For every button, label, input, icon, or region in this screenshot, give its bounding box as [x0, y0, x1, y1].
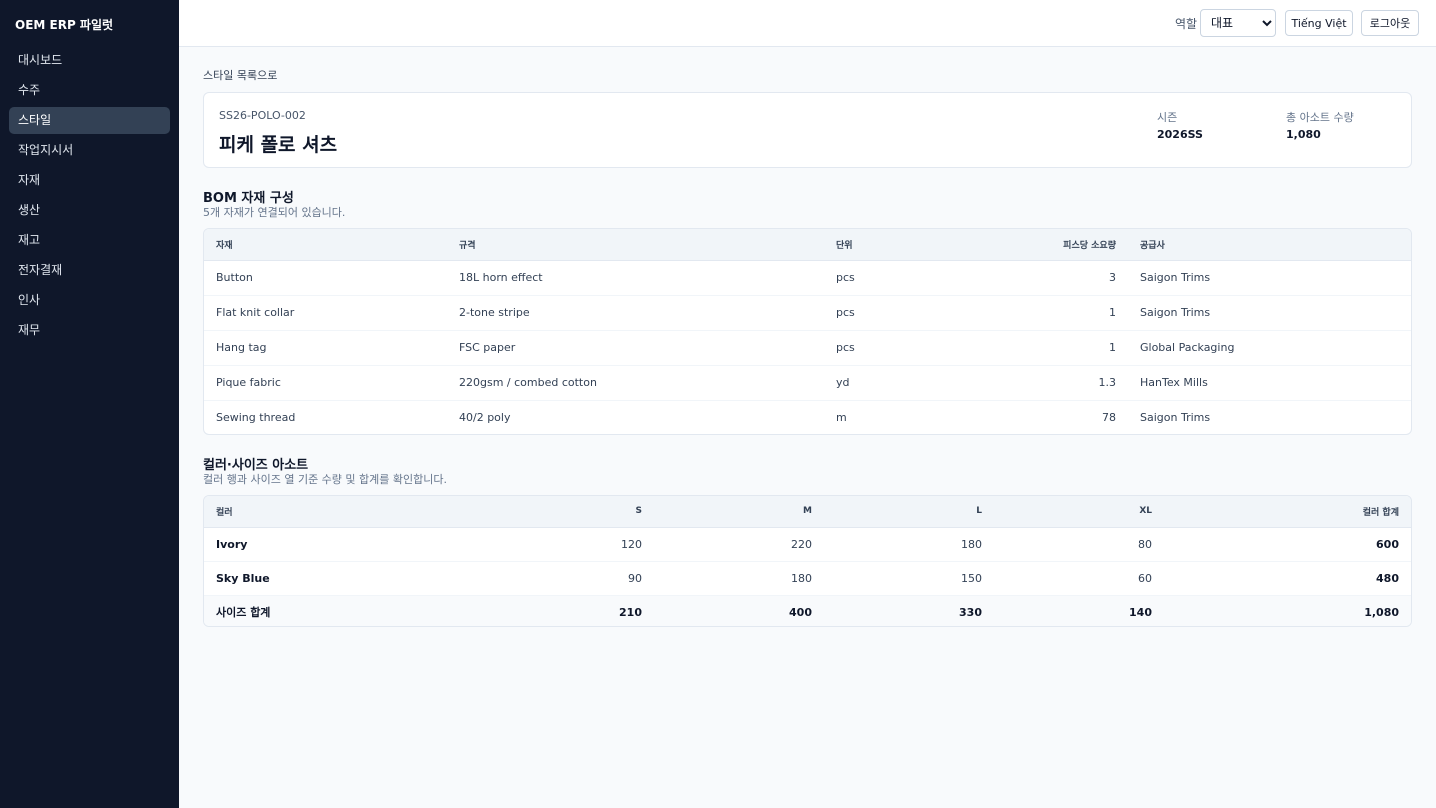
total-assortment-meta: 총 아소트 수량 1,080 [1286, 109, 1354, 141]
table-row: Sewing thread 40/2 poly m 78 Saigon Trim… [204, 400, 1411, 434]
assortment-table: 컬러 S M L XL 컬러 합계 Ivory 120 220 180 80 6… [204, 496, 1411, 626]
back-to-styles-link[interactable]: 스타일 목록으로 [203, 67, 277, 83]
assortment-col-size-s: S [484, 496, 654, 528]
size-total-l: 330 [824, 595, 994, 626]
assortment-color-total: 600 [1164, 527, 1411, 562]
assortment-qty-s: 120 [484, 527, 654, 562]
brand-title: OEM ERP 파일럿 [15, 18, 114, 32]
sidebar-item-styles[interactable]: 스타일 [9, 107, 170, 134]
role-label: 역할 [1175, 17, 1198, 31]
logout-button[interactable]: 로그아웃 [1361, 10, 1419, 36]
bom-col-material: 자재 [204, 229, 447, 261]
grand-total: 1,080 [1164, 595, 1411, 626]
bom-unit: pcs [824, 295, 994, 331]
language-button[interactable]: Tiếng Việt [1285, 10, 1353, 36]
assortment-qty-m: 220 [654, 527, 824, 562]
bom-col-spec: 규격 [447, 229, 824, 261]
bom-spec: 2-tone stripe [447, 295, 824, 331]
bom-supplier: Saigon Trims [1128, 260, 1411, 296]
assortment-qty-xl: 80 [994, 527, 1164, 562]
season-value: 2026SS [1157, 128, 1203, 141]
sidebar: OEM ERP 파일럿 대시보드 수주 스타일 작업지시서 자재 생산 재고 전… [0, 0, 179, 808]
total-assortment-label: 총 아소트 수량 [1286, 111, 1354, 124]
table-row: Pique fabric 220gsm / combed cotton yd 1… [204, 365, 1411, 401]
size-total-xl: 140 [994, 595, 1164, 626]
total-assortment-value: 1,080 [1286, 128, 1321, 141]
sidebar-item-approvals[interactable]: 전자결재 [9, 257, 170, 284]
assortment-qty-s: 90 [484, 561, 654, 596]
table-row: Hang tag FSC paper pcs 1 Global Packagin… [204, 330, 1411, 366]
bom-material: Flat knit collar [204, 295, 447, 331]
topbar: 역할 대표 Tiếng Việt 로그아웃 [179, 0, 1436, 47]
assortment-qty-l: 180 [824, 527, 994, 562]
bom-unit: pcs [824, 260, 994, 296]
sidebar-item-finance[interactable]: 재무 [9, 317, 170, 344]
assortment-color: Sky Blue [204, 561, 484, 596]
bom-spec: 40/2 poly [459, 411, 511, 425]
assortment-col-color: 컬러 [204, 496, 484, 528]
assortment-header-row: 컬러 S M L XL 컬러 합계 [204, 496, 1411, 528]
sidebar-item-materials[interactable]: 자재 [9, 167, 170, 194]
bom-supplier: Global Packaging [1128, 330, 1411, 366]
assortment-qty-l: 150 [824, 561, 994, 596]
sidebar-nav: 대시보드 수주 스타일 작업지시서 자재 생산 재고 전자결재 인사 재무 [9, 47, 170, 347]
size-total-m: 400 [654, 595, 824, 626]
table-row: Sky Blue 90 180 150 60 480 [204, 561, 1411, 596]
table-row: Ivory 120 220 180 80 600 [204, 527, 1411, 562]
sidebar-item-inventory[interactable]: 재고 [9, 227, 170, 254]
bom-unit: pcs [824, 330, 994, 366]
bom-supplier: Saigon Trims [1140, 411, 1211, 425]
bom-supplier: HanTex Mills [1128, 365, 1411, 401]
assortment-color-total: 480 [1164, 561, 1411, 596]
style-code: SS26-POLO-002 [219, 109, 306, 122]
bom-material: Hang tag [204, 330, 447, 366]
assortment-col-size-xl: XL [994, 496, 1164, 528]
bom-material: Sewing thread [216, 411, 296, 425]
bom-section-description: 5개 자재가 연결되어 있습니다. [203, 206, 346, 219]
bom-spec: 18L horn effect [447, 260, 824, 296]
bom-qty: 1 [994, 295, 1128, 331]
style-summary-card: SS26-POLO-002 피케 폴로 셔츠 시즌 2026SS 총 아소트 수… [203, 92, 1412, 168]
assortment-col-size-l: L [824, 496, 994, 528]
bom-qty: 78 [1102, 411, 1116, 425]
bom-col-qty-per-piece: 피스당 소요량 [994, 229, 1128, 261]
bom-supplier: Saigon Trims [1128, 295, 1411, 331]
assortment-qty-m: 180 [654, 561, 824, 596]
bom-table-card: 자재 규격 단위 피스당 소요량 공급사 Button 18L horn eff… [203, 228, 1412, 435]
size-total-row: 사이즈 합계 210 400 330 140 1,080 [204, 595, 1411, 626]
assortment-section-description: 컬러 행과 사이즈 열 기준 수량 및 합계를 확인합니다. [203, 473, 447, 486]
bom-spec: FSC paper [447, 330, 824, 366]
bom-qty: 3 [994, 260, 1128, 296]
bom-material: Button [204, 260, 447, 296]
size-total-label: 사이즈 합계 [204, 595, 484, 626]
sidebar-item-hr[interactable]: 인사 [9, 287, 170, 314]
bom-unit: yd [824, 365, 994, 401]
role-select[interactable]: 대표 [1200, 9, 1276, 37]
season-label: 시즌 [1157, 111, 1178, 124]
bom-unit: m [836, 411, 847, 425]
bom-material: Pique fabric [204, 365, 447, 401]
sidebar-item-dashboard[interactable]: 대시보드 [9, 47, 170, 74]
bom-table: 자재 규격 단위 피스당 소요량 공급사 Button 18L horn eff… [204, 229, 1411, 434]
size-total-s: 210 [484, 595, 654, 626]
bom-col-supplier: 공급사 [1128, 229, 1411, 261]
style-name: 피케 폴로 셔츠 [219, 134, 338, 156]
sidebar-item-production[interactable]: 생산 [9, 197, 170, 224]
table-row: Flat knit collar 2-tone stripe pcs 1 Sai… [204, 295, 1411, 331]
bom-spec: 220gsm / combed cotton [447, 365, 824, 401]
bom-qty: 1 [994, 330, 1128, 366]
bom-qty: 1.3 [994, 365, 1128, 401]
assortment-color: Ivory [204, 527, 484, 562]
sidebar-item-orders[interactable]: 수주 [9, 77, 170, 104]
assortment-col-color-total: 컬러 합계 [1164, 496, 1411, 528]
assortment-col-size-m: M [654, 496, 824, 528]
bom-header-row: 자재 규격 단위 피스당 소요량 공급사 [204, 229, 1411, 261]
season-meta: 시즌 2026SS [1157, 109, 1203, 141]
assortment-table-card: 컬러 S M L XL 컬러 합계 Ivory 120 220 180 80 6… [203, 495, 1412, 627]
assortment-qty-xl: 60 [994, 561, 1164, 596]
sidebar-item-work-orders[interactable]: 작업지시서 [9, 137, 170, 164]
bom-col-unit: 단위 [824, 229, 994, 261]
table-row: Button 18L horn effect pcs 3 Saigon Trim… [204, 260, 1411, 296]
